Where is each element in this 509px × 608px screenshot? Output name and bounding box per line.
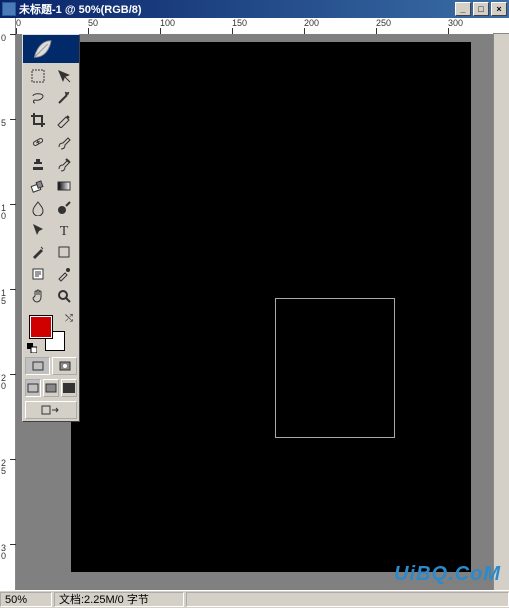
default-colors-icon[interactable] [27, 343, 37, 353]
shape-tool[interactable] [51, 241, 77, 263]
screen-mode-full[interactable] [61, 379, 77, 397]
lasso-tool[interactable] [25, 87, 51, 109]
zoom-tool[interactable] [51, 285, 77, 307]
blur-tool[interactable] [25, 197, 51, 219]
document-canvas[interactable] [71, 42, 471, 572]
app-icon [2, 2, 16, 16]
move-tool[interactable] [51, 65, 77, 87]
close-button[interactable]: × [491, 2, 507, 16]
vertical-ruler[interactable]: 051015202530 [0, 34, 16, 590]
horizontal-scrollbar[interactable] [186, 592, 509, 607]
screen-mode-full-menubar[interactable] [43, 379, 59, 397]
toolbox-header[interactable] [23, 35, 79, 63]
horizontal-ruler[interactable]: 050100150200250300 [16, 18, 493, 34]
stamp-tool[interactable] [25, 153, 51, 175]
jump-to-row [23, 399, 79, 421]
selection-rectangle[interactable] [275, 298, 395, 438]
maximize-button[interactable]: □ [473, 2, 489, 16]
heal-tool[interactable] [25, 131, 51, 153]
notes-tool[interactable] [25, 263, 51, 285]
gradient-tool[interactable] [51, 175, 77, 197]
foreground-color-swatch[interactable] [29, 315, 53, 339]
feather-icon [27, 39, 75, 59]
canvas-area[interactable] [16, 34, 493, 590]
quickmask-mode-button[interactable] [52, 357, 77, 375]
minimize-button[interactable]: _ [455, 2, 471, 16]
dodge-tool[interactable] [51, 197, 77, 219]
eyedropper-tool[interactable] [51, 263, 77, 285]
watermark-text: UiBQ.CoM [394, 563, 501, 586]
eraser-tool[interactable] [25, 175, 51, 197]
jump-to-imageready-button[interactable] [25, 401, 77, 419]
magic-wand-tool[interactable] [51, 87, 77, 109]
doc-info[interactable]: 文档:2.25M/0 字节 [54, 592, 184, 607]
brush-tool[interactable] [51, 131, 77, 153]
swap-colors-icon[interactable]: ⤭ [65, 313, 73, 324]
toolbox-panel: ⤭ [22, 34, 80, 422]
title-bar: 未标题-1 @ 50%(RGB/8) _ □ × [0, 0, 509, 18]
screen-mode-row [23, 377, 79, 399]
path-select-tool[interactable] [25, 219, 51, 241]
slice-tool[interactable] [51, 109, 77, 131]
edit-mode-row [23, 355, 79, 377]
pen-tool[interactable] [25, 241, 51, 263]
color-swatches: ⤭ [25, 311, 77, 353]
history-brush-tool[interactable] [51, 153, 77, 175]
hand-tool[interactable] [25, 285, 51, 307]
vertical-scrollbar[interactable] [493, 34, 509, 590]
ruler-origin[interactable] [0, 18, 16, 34]
marquee-tool[interactable] [25, 65, 51, 87]
crop-tool[interactable] [25, 109, 51, 131]
zoom-field[interactable]: 50% [0, 592, 52, 607]
status-bar: 50% 文档:2.25M/0 字节 [0, 590, 509, 608]
screen-mode-standard[interactable] [25, 379, 41, 397]
window-title: 未标题-1 @ 50%(RGB/8) [19, 1, 453, 17]
standard-mode-button[interactable] [25, 357, 50, 375]
type-tool[interactable] [51, 219, 77, 241]
